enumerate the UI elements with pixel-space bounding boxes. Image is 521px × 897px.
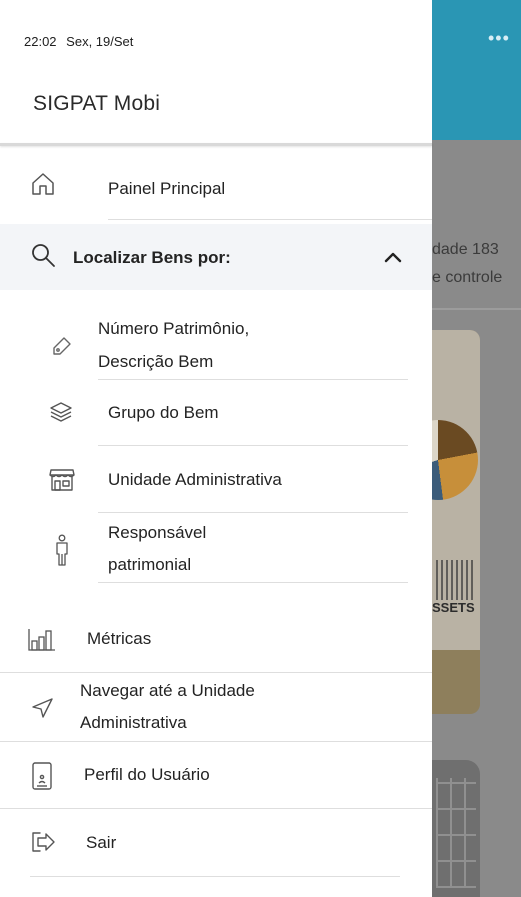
- chevron-up-icon[interactable]: [380, 244, 406, 270]
- more-options-icon: •••: [488, 28, 510, 48]
- bar-chart-icon: [28, 627, 56, 651]
- menu-item-label: Painel Principal: [108, 179, 226, 198]
- submenu-label-line-2: Descrição Bem: [98, 352, 214, 371]
- search-icon: [30, 242, 56, 268]
- submenu-label-line-1: Responsável: [108, 523, 207, 542]
- store-icon: [48, 466, 76, 492]
- submenu-label: Unidade Administrativa: [108, 470, 282, 489]
- divider: [0, 672, 432, 673]
- submenu-item-responsavel-patrimonial[interactable]: Responsável patrimonial: [0, 516, 432, 582]
- person-icon: [52, 534, 72, 568]
- background-app-text: dade 183 e controle: [432, 236, 502, 292]
- menu-item-label-line-2: Administrativa: [80, 713, 187, 732]
- navigation-icon: [30, 696, 54, 720]
- divider: [98, 512, 408, 513]
- status-time: 22:02: [24, 34, 57, 49]
- bar-chart-graphic: [436, 560, 476, 600]
- menu-item-metricas[interactable]: Métricas: [0, 608, 432, 668]
- submenu-label-line-2: patrimonial: [108, 555, 192, 574]
- menu-item-navegar-unidade[interactable]: Navegar até a Unidade Administrativa: [0, 674, 432, 740]
- submenu-item-grupo-do-bem[interactable]: Grupo do Bem: [0, 384, 432, 444]
- pie-chart-graphic: [432, 420, 478, 500]
- divider: [0, 741, 432, 742]
- divider: [30, 876, 400, 877]
- submenu-item-unidade-administrativa[interactable]: Unidade Administrativa: [0, 450, 432, 510]
- status-bar: 22:02 Sex, 19/Set: [24, 34, 139, 49]
- navigation-drawer: 22:02 Sex, 19/Set SIGPAT Mobi Painel Pri…: [0, 0, 432, 897]
- menu-item-perfil-usuario[interactable]: Perfil do Usuário: [0, 746, 432, 804]
- menu-item-painel-principal[interactable]: Painel Principal: [0, 162, 432, 218]
- phone-user-icon: [31, 762, 53, 790]
- window-graphic: [436, 778, 476, 888]
- background-text-line-1: dade 183: [432, 241, 499, 258]
- menu-item-label-line-1: Navegar até a Unidade: [80, 681, 255, 700]
- menu-item-label: Sair: [86, 833, 117, 852]
- background-text-line-2: e controle: [432, 269, 503, 286]
- divider: [98, 445, 408, 446]
- divider: [0, 808, 432, 809]
- background-card-image: SSETS: [432, 330, 480, 650]
- layers-icon: [48, 400, 74, 426]
- divider: [108, 219, 432, 220]
- divider: [98, 379, 408, 380]
- tag-icon: [50, 334, 74, 358]
- menu-item-sair[interactable]: Sair: [0, 812, 432, 872]
- menu-item-label: Métricas: [87, 629, 152, 648]
- submenu-item-numero-patrimonio[interactable]: Número Patrimônio, Descrição Bem: [0, 310, 432, 378]
- submenu-label: Grupo do Bem: [108, 403, 219, 422]
- background-card-2: [432, 760, 480, 897]
- menu-item-label: Perfil do Usuário: [84, 765, 210, 784]
- header-divider: [0, 143, 432, 146]
- home-icon: [30, 171, 56, 197]
- menu-item-label: Localizar Bens por:: [73, 248, 231, 267]
- background-divider: [432, 308, 521, 310]
- background-card: SSETS: [432, 330, 480, 714]
- divider: [98, 582, 408, 583]
- background-card-word: SSETS: [432, 600, 475, 615]
- menu-item-localizar-bens[interactable]: Localizar Bens por:: [0, 224, 432, 290]
- app-title: SIGPAT Mobi: [33, 92, 161, 115]
- submenu-label-line-1: Número Patrimônio,: [98, 319, 250, 338]
- status-date: Sex, 19/Set: [66, 34, 134, 49]
- logout-icon: [30, 830, 56, 854]
